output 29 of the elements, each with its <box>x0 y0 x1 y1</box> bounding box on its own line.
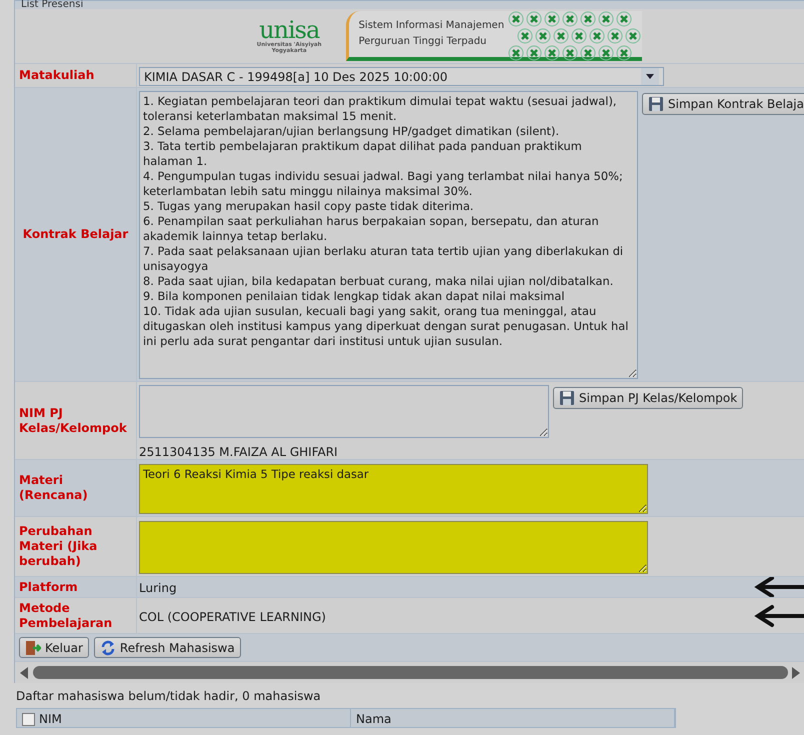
select-all-checkbox[interactable] <box>22 713 35 726</box>
field-label: Materi (Rencana) <box>15 460 137 516</box>
banner: Sistem Informasi Manajemen Perguruan Tinggi Terpadu <box>346 11 642 61</box>
field-label: Matakuliah <box>15 64 137 87</box>
text-area[interactable] <box>139 521 648 574</box>
save-button[interactable]: Simpan PJ Kelas/Kelompok <box>553 387 744 409</box>
field-label: Kontrak Belajar <box>15 88 137 381</box>
scroll-right-icon[interactable] <box>792 666 800 678</box>
action-button[interactable]: Keluar <box>19 637 89 658</box>
refresh-icon <box>100 640 116 656</box>
save-button[interactable]: Simpan Kontrak Belaja <box>642 93 804 115</box>
action-button[interactable]: Refresh Mahasiswa <box>94 637 241 658</box>
summary-text: Daftar mahasiswa belum/tidak hadir, 0 mahasiswa <box>15 688 322 705</box>
field-label: Perubahan Materi (Jika berubah) <box>15 517 137 576</box>
field-label: NIM PJ Kelas/Kelompok <box>15 382 137 459</box>
scrollbar-thumb[interactable] <box>33 666 788 679</box>
text-area[interactable]: 1. Kegiatan pembelajaran teori dan praktikum dimulai tepat waktu (sesuai jadwal), toleransi keterlambatan maksimal 15 menit. 2. Selama pembelajaran/ujian berlangsung HP/gadget dimatikan (silent). 3. Tata tertib pembelajaran praktikum dapat dilihat pada panduan praktikum halaman 1. 4. Pengumpulan tugas individu sesuai jadwal. Bagi yang terlambat nilai hanya 50%; keterlambatan lebih satu minggu nilainya maksimal 30%. 5. Tugas yang merupakan hasil copy paste tidak diterima. 6. Penampilan saat perkuliahan harus berpakaian sopan, bersepatu, dan aturan akademik lainnya tetap berlaku. 7. Pada saat pelaksanaan ujian berlaku aturan tata tertib ujian yang diberlakukan di unisayogya 8. Pada saat ujian, bila kedapatan berbuat curang, maka nilai ujian nol/dibatalkan. 9. Bila komponen penilaian tidak lengkap tidak akan dapat nilai maksimal 10. Tidak ada ujian susulan, kecuali bagi yang sakit, orang tua meninggal, atau ditugaskan oleh institusi kampus yang diperkuat dengan surat penugasan. Untuk hal ini perlu ada surat pengantar dari institusi untuk ujian susulan. <box>139 91 638 379</box>
course-select[interactable]: KIMIA DASAR C - 199498[a] 10 Des 2025 10:00:00 <box>139 67 664 86</box>
field-label: Platform <box>15 577 137 597</box>
student-name: 2511304135 M.FAIZA AL GHIFARI <box>139 444 339 459</box>
text-area[interactable]: Teori 6 Reaksi Kimia 5 Tipe reaksi dasar <box>139 464 648 514</box>
scroll-left-icon[interactable] <box>19 666 29 678</box>
dropdown-caret-icon <box>641 68 659 85</box>
column-header: NIM <box>39 711 62 728</box>
column-header: Nama <box>356 711 392 728</box>
field-value: Luring <box>139 580 177 597</box>
field-value: COL (COOPERATIVE LEARNING) <box>139 608 326 626</box>
field-label: Metode Pembelajaran <box>15 598 137 633</box>
exit-door-icon <box>25 640 41 656</box>
